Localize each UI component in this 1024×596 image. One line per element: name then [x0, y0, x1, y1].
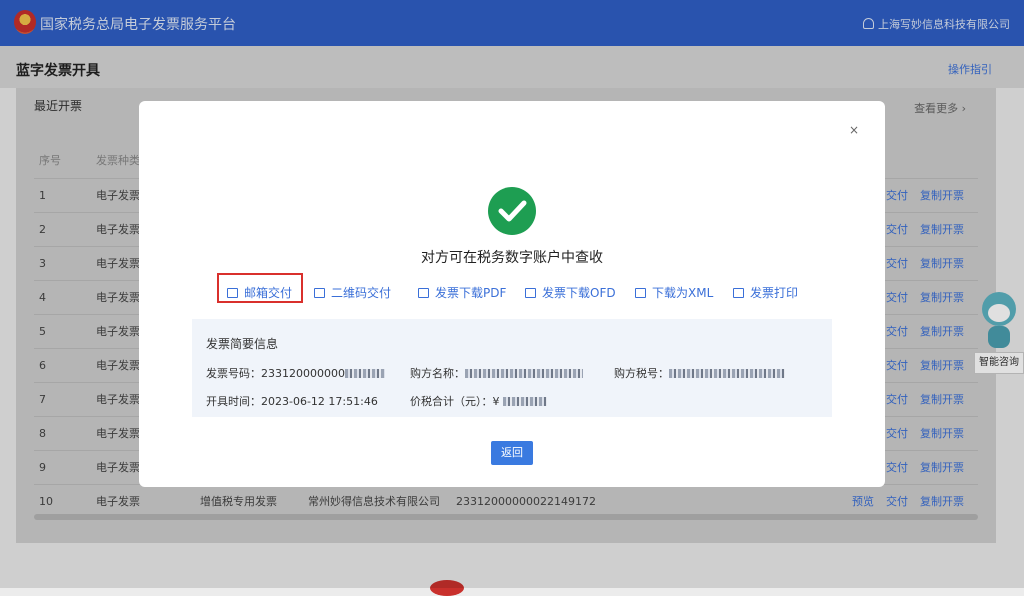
back-button[interactable]: 返回	[491, 441, 533, 465]
invoice-success-dialog: × 对方可在税务数字账户中查收 邮箱交付 二维码交付 发票下载PDF 发票下载O…	[139, 101, 885, 487]
file-icon	[418, 288, 429, 298]
redacted-value	[669, 369, 785, 378]
buyer-name: 购方名称：	[410, 365, 583, 381]
buyer-tax-id: 购方税号：	[614, 365, 785, 381]
invoice-number: 发票号码：233120000000	[206, 365, 385, 381]
file-icon	[525, 288, 536, 298]
download-xml-button[interactable]: 下载为XML	[635, 281, 713, 305]
success-check-icon	[488, 187, 536, 235]
redacted-value	[503, 397, 547, 406]
print-invoice-button[interactable]: 发票打印	[733, 281, 798, 305]
download-ofd-button[interactable]: 发票下载OFD	[525, 281, 616, 305]
summary-title: 发票简要信息	[206, 337, 279, 351]
issue-time: 开具时间：2023-06-12 17:51:46	[206, 395, 378, 408]
qrcode-delivery-button[interactable]: 二维码交付	[314, 281, 391, 305]
success-message: 对方可在税务数字账户中查收	[421, 250, 603, 266]
download-pdf-button[interactable]: 发票下载PDF	[418, 281, 506, 305]
delivery-actions: 邮箱交付 二维码交付 发票下载PDF 发票下载OFD 下载为XML 发票打印	[139, 281, 885, 305]
redacted-value	[465, 369, 583, 378]
printer-icon	[733, 288, 744, 298]
email-delivery-button[interactable]: 邮箱交付	[227, 281, 292, 305]
close-icon[interactable]: ×	[849, 123, 859, 137]
redacted-value	[344, 369, 385, 378]
file-icon	[635, 288, 646, 298]
total-amount: 价税合计（元）：¥	[410, 393, 547, 409]
qrcode-icon	[314, 288, 325, 298]
invoice-summary: 发票简要信息 发票号码：233120000000 购方名称： 购方税号： 开具时…	[192, 319, 832, 417]
mail-icon	[227, 288, 238, 298]
